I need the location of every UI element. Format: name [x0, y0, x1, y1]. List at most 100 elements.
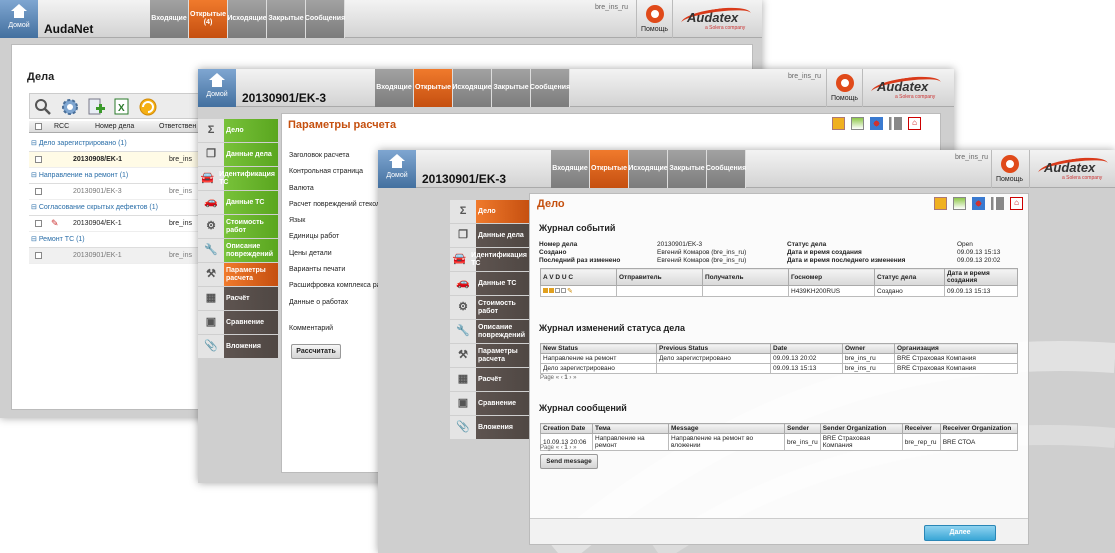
tab-inbox[interactable]: Входящие [150, 0, 189, 38]
nav-compare[interactable]: ▣ Сравнение [198, 311, 278, 334]
tab-messages[interactable]: Сообщения [706, 150, 746, 188]
nav-calc-params[interactable]: ⚒ Параметры расчета [198, 263, 278, 286]
nav-vehicle-id[interactable]: 🚘 Идентификация ТС [450, 248, 530, 271]
help-button[interactable]: Помощь [991, 150, 1027, 188]
field-glass-damage[interactable]: Расчет повреждений стекол [289, 197, 385, 213]
table-row[interactable]: 10.09.13 20:06 Направление на ремонт Напра… [540, 433, 1019, 451]
table-row[interactable]: Направление на ремонт Дело зарегистрирова… [540, 353, 1018, 364]
first-page-icon[interactable]: « [556, 445, 559, 451]
tab-outbox[interactable]: Исходящие [628, 150, 668, 188]
tab-closed[interactable]: Закрытые [267, 0, 306, 38]
tab-messages[interactable]: Сообщения [530, 69, 570, 107]
tab-closed[interactable]: Закрытые [492, 69, 531, 107]
tab-outbox[interactable]: Исходящие [452, 69, 492, 107]
save-icon[interactable] [934, 197, 947, 210]
nav-attachments[interactable]: 📎 Вложения [450, 416, 530, 439]
save-icon[interactable] [832, 117, 845, 130]
group-header[interactable]: ⊟ Дело зарегистрировано (1) [29, 136, 219, 152]
group-header[interactable]: ⊟ Направление на ремонт (1) [29, 168, 219, 184]
table-row[interactable]: ✎ 20130904/EK-1 bre_ins [29, 216, 219, 232]
field-part-prices[interactable]: Цены детали [289, 246, 385, 262]
row-checkbox[interactable] [35, 252, 42, 259]
group-header[interactable]: ⊟ Ремонт ТС (1) [29, 232, 219, 248]
add-case-icon[interactable] [86, 97, 106, 117]
pdf-icon[interactable]: ⌂ [1010, 197, 1023, 210]
col-responsible[interactable]: Ответствен [159, 123, 196, 130]
field-work-decoding[interactable]: Расшифровка комплекса раб [289, 278, 385, 294]
nav-damage-desc[interactable]: 🔧 Описание повреждений [198, 239, 278, 262]
home-button[interactable]: Домой [378, 150, 416, 188]
tab-open[interactable]: Открытые (4) [189, 0, 228, 38]
tab-open[interactable]: Открытые [414, 69, 453, 107]
field-control-page[interactable]: Контрольная страница [289, 164, 385, 180]
table-row[interactable]: 20130901/EK-3 bre_ins [29, 184, 219, 200]
send-message-button[interactable]: Send message [540, 454, 598, 469]
field-labor-units[interactable]: Единицы работ [289, 229, 385, 245]
pdf-icon[interactable]: ⌂ [908, 117, 921, 130]
nav-vehicle-data[interactable]: 🚗 Данные ТС [450, 272, 530, 295]
row-checkbox[interactable] [35, 188, 42, 195]
field-language[interactable]: Язык [289, 213, 385, 229]
prev-page-icon[interactable]: ‹ [561, 375, 563, 381]
home-button[interactable]: Домой [198, 69, 236, 107]
col-created[interactable]: Дата и время создания [944, 268, 1018, 286]
nav-case[interactable]: Σ Дело [450, 200, 530, 223]
table-row[interactable]: 20130908/EK-1 bre_ins [29, 152, 219, 168]
nav-attachments[interactable]: 📎 Вложения [198, 335, 278, 358]
col-receiver-org[interactable]: Receiver Organization [939, 423, 1019, 434]
nav-calc-params[interactable]: ⚒ Параметры расчета [450, 344, 530, 367]
next-page-icon[interactable]: › [569, 445, 571, 451]
last-page-icon[interactable]: » [573, 375, 576, 381]
prev-page-icon[interactable]: ‹ [561, 445, 563, 451]
nav-case-data[interactable]: ❐ Данные дела [450, 224, 530, 247]
col-sender[interactable]: Sender [784, 423, 821, 434]
nav-calculation[interactable]: ▦ Расчёт [198, 287, 278, 310]
field-currency[interactable]: Валюта [289, 181, 385, 197]
tools-icon[interactable] [889, 117, 902, 130]
col-receiver[interactable]: Получатель [702, 268, 789, 286]
field-print-options[interactable]: Варианты печати [289, 262, 385, 278]
calculate-button[interactable]: Рассчитать [291, 344, 341, 359]
nav-labor-cost[interactable]: ⚙ Стоимость работ [450, 296, 530, 319]
col-case-number[interactable]: Номер дела [95, 123, 134, 130]
tab-messages[interactable]: Сообщения [305, 0, 345, 38]
network-icon[interactable] [870, 117, 883, 130]
nav-vehicle-id[interactable]: 🚘 Идентификация ТС [198, 167, 278, 190]
row-checkbox[interactable] [35, 156, 42, 163]
col-rcc[interactable]: RCC [54, 123, 69, 130]
download-icon[interactable] [851, 117, 864, 130]
tab-closed[interactable]: Закрытые [668, 150, 707, 188]
next-button[interactable]: Далее [924, 525, 996, 541]
home-button[interactable]: Домой [0, 0, 38, 38]
gear-icon[interactable] [60, 97, 80, 117]
help-button[interactable]: Помощь [636, 0, 672, 38]
nav-labor-cost[interactable]: ⚙ Стоимость работ [198, 215, 278, 238]
col-organization[interactable]: Организация [894, 343, 1018, 354]
row-checkbox[interactable] [35, 220, 42, 227]
col-receiver[interactable]: Receiver [901, 423, 941, 434]
network-icon[interactable] [972, 197, 985, 210]
table-row[interactable]: 20130901/EK-1 bre_ins [29, 248, 219, 264]
help-button[interactable]: Помощь [826, 69, 862, 107]
col-new-status[interactable]: New Status [540, 343, 657, 354]
first-page-icon[interactable]: « [556, 375, 559, 381]
col-case-status[interactable]: Статус дела [874, 268, 945, 286]
select-all-checkbox[interactable] [35, 123, 42, 130]
col-date[interactable]: Date [770, 343, 843, 354]
col-plate[interactable]: Госномер [788, 268, 875, 286]
nav-damage-desc[interactable]: 🔧 Описание повреждений [450, 320, 530, 343]
next-page-icon[interactable]: › [569, 375, 571, 381]
tab-open[interactable]: Открытые [590, 150, 629, 188]
nav-case[interactable]: Σ Дело [198, 119, 278, 142]
col-creation-date[interactable]: Creation Date [540, 423, 593, 434]
field-comment[interactable]: Комментарий [289, 321, 385, 337]
refresh-icon[interactable] [138, 97, 158, 117]
tab-inbox[interactable]: Входящие [551, 150, 590, 188]
excel-export-icon[interactable]: X [112, 97, 132, 117]
col-owner[interactable]: Owner [842, 343, 895, 354]
col-previous-status[interactable]: Previous Status [656, 343, 771, 354]
download-icon[interactable] [953, 197, 966, 210]
nav-vehicle-data[interactable]: 🚗 Данные ТС [198, 191, 278, 214]
field-calc-title[interactable]: Заголовок расчета [289, 148, 385, 164]
col-avduc[interactable]: A V D U C [540, 268, 617, 286]
